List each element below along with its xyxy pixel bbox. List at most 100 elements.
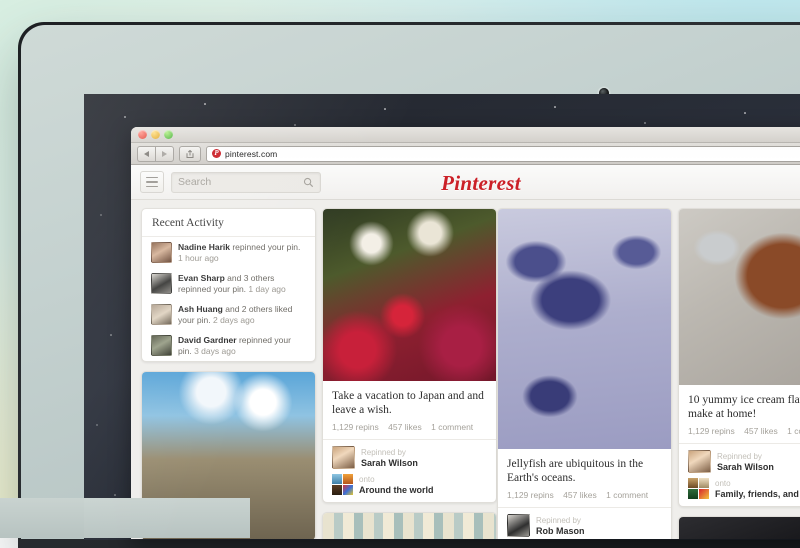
pin-stats: 1,129 repins 457 likes 1 comment: [507, 490, 662, 500]
repinned-by-text: Repinned by Sarah Wilson: [717, 452, 774, 472]
activity-text: Ash Huang and 2 others liked your pin. 2…: [178, 304, 306, 326]
activity-time: 1 hour ago: [178, 253, 219, 263]
pinterest-header: Search Pinterest: [131, 165, 800, 200]
pin-card-black[interactable]: [678, 516, 800, 539]
repinned-by-row[interactable]: Repinned by Sarah Wilson: [332, 446, 487, 469]
back-button[interactable]: [137, 145, 155, 162]
board-thumbnail-grid: [332, 474, 353, 495]
pin-footer: Repinned by Sarah Wilson: [323, 439, 496, 502]
recent-activity-card: Recent Activity Nadine Harik repinned yo…: [141, 208, 316, 362]
repinned-by-user: Sarah Wilson: [361, 457, 418, 468]
board-name: Around the world: [359, 484, 434, 495]
pin-repins: 1,129 repins: [507, 490, 554, 500]
pin-likes: 457 likes: [563, 490, 597, 500]
pin-card-japan[interactable]: Take a vacation to Japan and and leave a…: [322, 208, 497, 503]
studio-background: P pinterest.com Search Pinterest Recent …: [0, 0, 800, 548]
share-button[interactable]: [179, 145, 201, 162]
pin-card-icecream[interactable]: 10 yummy ice cream flavors to make at ho…: [678, 208, 800, 507]
forward-button[interactable]: [155, 145, 174, 162]
board-text: onto Family, friends, and food: [715, 479, 800, 499]
browser-toolbar: P pinterest.com: [131, 143, 800, 165]
url-text: pinterest.com: [225, 148, 278, 159]
browser-titlebar: [131, 127, 800, 143]
activity-text: Nadine Harik repinned your pin. 1 hour a…: [178, 242, 306, 264]
board-column-4: 10 yummy ice cream flavors to make at ho…: [678, 208, 800, 539]
activity-user: Ash Huang: [178, 304, 223, 314]
pin-card-stripes[interactable]: [322, 512, 497, 539]
activity-user: Evan Sharp: [178, 273, 225, 283]
pin-likes: 457 likes: [388, 422, 422, 432]
search-input[interactable]: Search: [171, 171, 321, 193]
repinned-by-row[interactable]: Repinned by Sarah Wilson: [688, 450, 800, 473]
board-column-3: Jellyfish are ubiquitous in the Earth's …: [497, 208, 672, 539]
pin-body: Take a vacation to Japan and and leave a…: [323, 381, 496, 439]
pin-title: Jellyfish are ubiquitous in the Earth's …: [507, 458, 644, 484]
browser-window: P pinterest.com Search Pinterest Recent …: [131, 127, 800, 539]
repinned-by-row[interactable]: Repinned by Rob Mason: [507, 514, 662, 537]
pin-card-jellyfish[interactable]: Jellyfish are ubiquitous in the Earth's …: [497, 208, 672, 539]
minimize-button[interactable]: [151, 130, 160, 139]
repinned-by-label: Repinned by: [361, 447, 406, 457]
repinned-by-label: Repinned by: [717, 451, 762, 461]
pin-title: Take a vacation to Japan and and leave a…: [332, 390, 484, 416]
board-column-2: Take a vacation to Japan and and leave a…: [322, 208, 497, 539]
pin-body: 10 yummy ice cream flavors to make at ho…: [679, 385, 800, 443]
laptop-base: [0, 498, 250, 538]
pin-image-jellyfish: [498, 209, 671, 449]
chevron-right-icon: [162, 150, 167, 157]
pin-stats: 1,129 repins 457 likes 1 comment: [332, 422, 487, 432]
activity-time: 3 days ago: [194, 346, 236, 356]
activity-text: Evan Sharp and 3 others repinned your pi…: [178, 273, 306, 295]
activity-text: David Gardner repinned your pin. 3 days …: [178, 335, 306, 357]
avatar: [688, 450, 711, 473]
close-button[interactable]: [138, 130, 147, 139]
board-row[interactable]: onto Family, friends, and food: [688, 478, 800, 499]
avatar: [151, 304, 172, 325]
activity-user: David Gardner: [178, 335, 237, 345]
activity-item[interactable]: Evan Sharp and 3 others repinned your pi…: [142, 268, 315, 299]
avatar: [151, 242, 172, 263]
pin-board: Recent Activity Nadine Harik repinned yo…: [131, 200, 800, 539]
search-icon: [303, 177, 314, 187]
board-thumbnail-grid: [688, 478, 709, 499]
onto-label: onto: [715, 478, 731, 488]
activity-item[interactable]: Ash Huang and 2 others liked your pin. 2…: [142, 299, 315, 330]
pin-stats: 1,129 repins 457 likes 1 comment: [688, 426, 800, 436]
zoom-button[interactable]: [164, 130, 173, 139]
pin-image-ice-cream-churn: [679, 209, 800, 385]
search-placeholder: Search: [178, 176, 212, 188]
avatar: [151, 273, 172, 294]
avatar: [151, 335, 172, 356]
recent-activity-title: Recent Activity: [142, 209, 315, 237]
activity-time: 1 day ago: [248, 284, 286, 294]
pin-footer: Repinned by Rob Mason: [498, 507, 671, 539]
repinned-by-text: Repinned by Sarah Wilson: [361, 448, 418, 468]
board-row[interactable]: onto Around the world: [332, 474, 487, 495]
pin-likes: 457 likes: [744, 426, 778, 436]
activity-time: 2 days ago: [212, 315, 255, 325]
chevron-left-icon: [144, 150, 149, 157]
avatar: [332, 446, 355, 469]
pin-repins: 1,129 repins: [688, 426, 735, 436]
hamburger-menu-icon[interactable]: [140, 171, 164, 193]
address-bar[interactable]: P pinterest.com: [206, 145, 800, 162]
onto-label: onto: [359, 474, 375, 484]
pin-image-black-texture: [679, 517, 800, 539]
activity-action: repinned your pin.: [232, 242, 301, 252]
pin-footer: Repinned by Sarah Wilson: [679, 443, 800, 506]
pin-repins: 1,129 repins: [332, 422, 379, 432]
pin-image-japan-wishes: [323, 209, 496, 381]
board-column-1: Recent Activity Nadine Harik repinned yo…: [141, 208, 316, 539]
activity-user: Nadine Harik: [178, 242, 230, 252]
navigation-buttons: [137, 145, 174, 162]
activity-item[interactable]: Nadine Harik repinned your pin. 1 hour a…: [142, 237, 315, 268]
pin-comments: 1 comment: [606, 490, 649, 500]
repinned-by-label: Repinned by: [536, 515, 581, 525]
pin-title: 10 yummy ice cream flavors to make at ho…: [688, 394, 800, 420]
activity-item[interactable]: David Gardner repinned your pin. 3 days …: [142, 330, 315, 361]
share-icon: [186, 149, 194, 158]
pin-image-striped-paper: [323, 513, 496, 539]
repinned-by-user: Sarah Wilson: [717, 461, 774, 472]
avatar: [507, 514, 530, 537]
pin-comments: 1 comment: [431, 422, 474, 432]
